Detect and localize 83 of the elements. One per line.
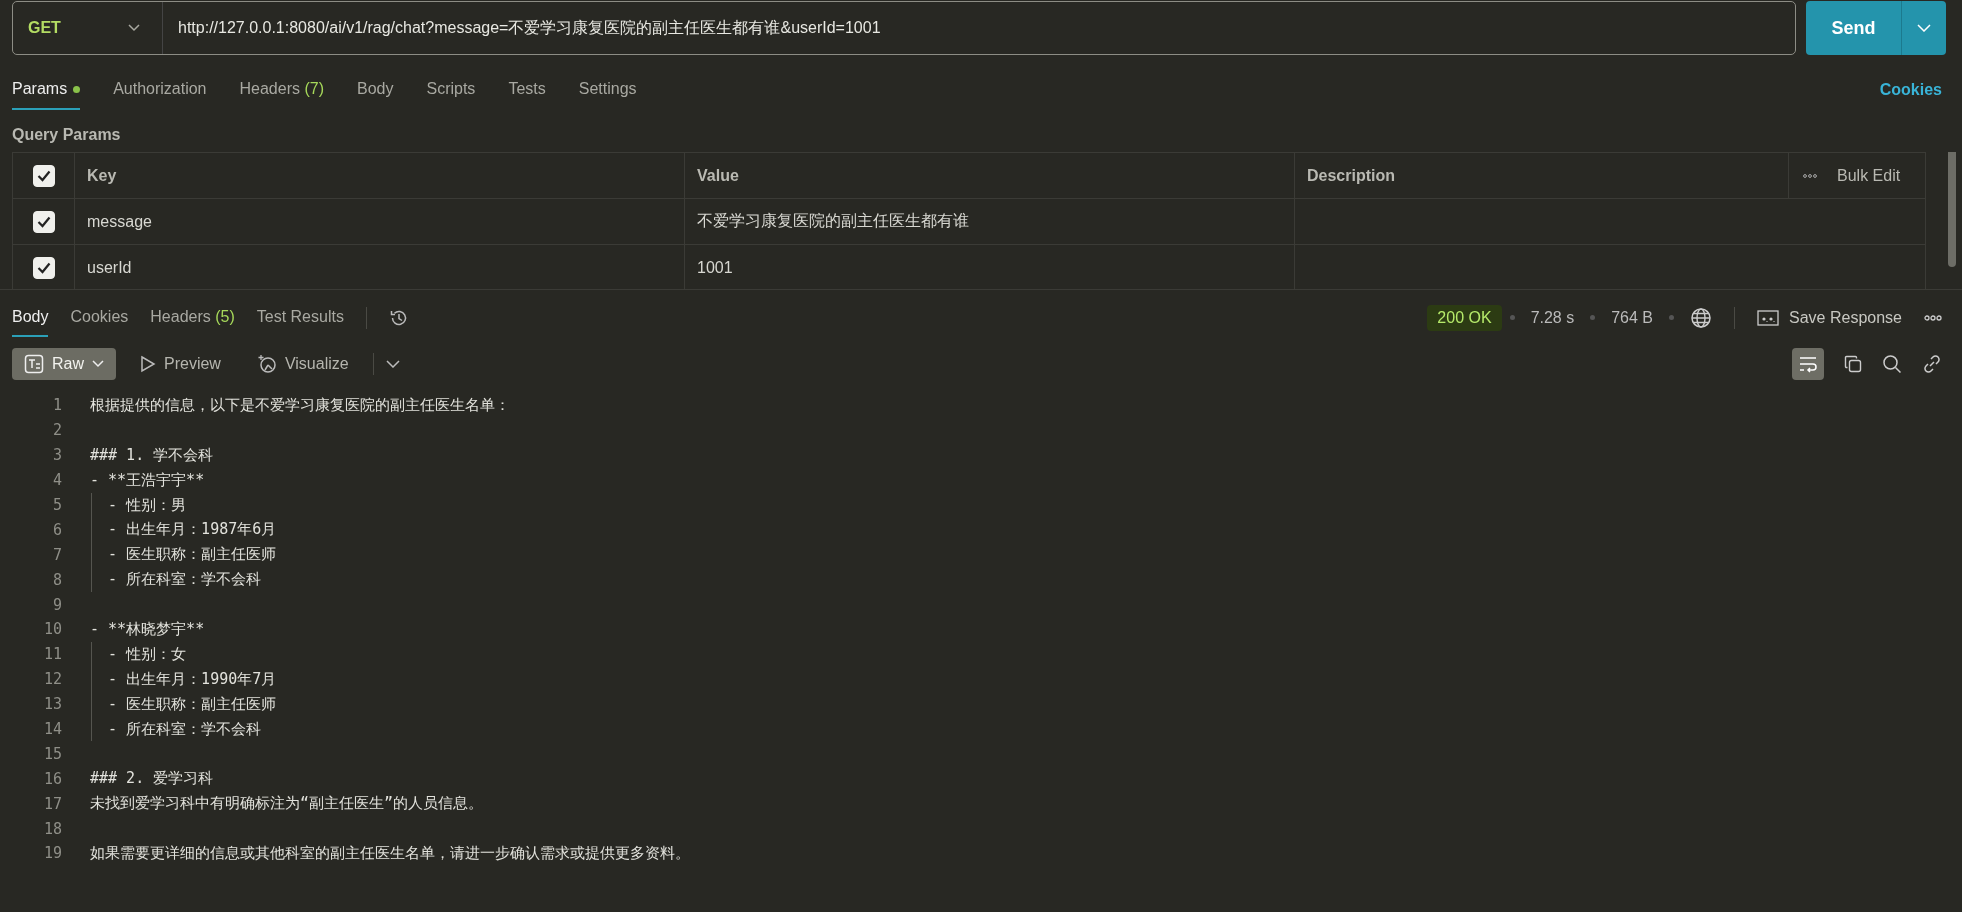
bulk-edit-button[interactable]: Bulk Edit bbox=[1837, 166, 1901, 185]
check-icon bbox=[36, 169, 51, 182]
line-number: 9 bbox=[51, 595, 62, 614]
request-tab[interactable]: Headers (7) bbox=[239, 70, 324, 110]
more-icon[interactable] bbox=[1803, 173, 1817, 178]
send-button[interactable]: Send bbox=[1806, 1, 1901, 55]
request-tab[interactable]: Authorization bbox=[113, 70, 207, 110]
line-number: 19 bbox=[42, 844, 62, 863]
globe-icon[interactable] bbox=[1690, 306, 1713, 329]
chevron-down-icon[interactable] bbox=[385, 360, 400, 368]
checkbox[interactable] bbox=[32, 210, 55, 233]
check-icon bbox=[36, 215, 51, 228]
code-line: - 性别：男 bbox=[107, 495, 187, 515]
code-line: - 所在科室：学不会科 bbox=[107, 719, 262, 739]
line-number: 17 bbox=[42, 794, 62, 813]
line-number: 7 bbox=[51, 545, 62, 564]
text-icon bbox=[24, 354, 44, 374]
wrap-lines-icon bbox=[1798, 355, 1818, 373]
request-tab[interactable]: Scripts bbox=[426, 70, 476, 110]
line-number: 15 bbox=[42, 744, 62, 763]
response-tab[interactable]: Cookies bbox=[70, 298, 129, 337]
code-line: - 医生职称：副主任医师 bbox=[107, 694, 277, 714]
play-icon bbox=[140, 355, 156, 373]
line-number: 16 bbox=[42, 769, 62, 788]
check-icon bbox=[36, 261, 51, 274]
code-line: - 性别：女 bbox=[107, 644, 187, 664]
code-line: - 出生年月：1990年7月 bbox=[107, 669, 277, 689]
line-number: 18 bbox=[42, 819, 62, 838]
line-number: 5 bbox=[51, 496, 62, 514]
table-cell: message bbox=[87, 212, 152, 231]
column-header: Value bbox=[697, 166, 739, 185]
request-tab[interactable]: Params bbox=[12, 70, 81, 110]
code-line: - **王浩宇宇** bbox=[90, 470, 205, 490]
checkbox[interactable] bbox=[32, 256, 55, 279]
response-size: 764 B bbox=[1611, 308, 1654, 327]
line-number: 13 bbox=[42, 695, 62, 714]
table-cell-text: 不爱学习康复医院的副主任医生都有谁 bbox=[697, 211, 969, 231]
code-line: 如果需要更详细的信息或其他科室的副主任医生名单，请进一步确认需求或提供更多资料。 bbox=[90, 843, 690, 863]
chevron-down-icon bbox=[1917, 24, 1931, 32]
more-icon[interactable] bbox=[1924, 314, 1942, 321]
line-number: 14 bbox=[42, 720, 62, 738]
line-number: 8 bbox=[51, 570, 62, 589]
status-badge: 200 OK bbox=[1427, 304, 1502, 331]
line-number: 6 bbox=[51, 520, 62, 539]
code-line: ### 2. 爱学习科 bbox=[90, 769, 214, 789]
line-number: 10 bbox=[42, 620, 62, 639]
line-number: 1 bbox=[51, 396, 62, 415]
checkbox[interactable] bbox=[32, 164, 55, 187]
table-cell: userId bbox=[87, 258, 132, 277]
view-mode-button[interactable]: Visualize bbox=[244, 348, 361, 380]
line-number: 12 bbox=[42, 670, 62, 689]
column-header: Key bbox=[87, 166, 117, 185]
code-line: 根据提供的信息，以下是不爱学习康复医院的副主任医生名单： bbox=[90, 395, 510, 415]
line-number: 2 bbox=[51, 421, 62, 440]
line-number: 3 bbox=[51, 446, 62, 465]
code-line: 未找到爱学习科中有明确标注为“副主任医生”的人员信息。 bbox=[90, 794, 484, 814]
chevron-down-icon bbox=[92, 360, 104, 368]
code-line: ### 1. 学不会科 bbox=[90, 445, 214, 465]
code-line: - 出生年月：1987年6月 bbox=[107, 520, 277, 540]
response-time: 7.28 s bbox=[1530, 308, 1575, 327]
search-icon[interactable] bbox=[1882, 354, 1902, 374]
request-tab[interactable]: Settings bbox=[578, 70, 637, 110]
request-tab[interactable]: Tests bbox=[508, 70, 546, 110]
code-line: - 所在科室：学不会科 bbox=[107, 570, 262, 590]
view-mode-button[interactable]: Preview bbox=[128, 348, 233, 380]
scrollbar[interactable] bbox=[1948, 152, 1956, 267]
response-tab[interactable]: Headers (5) bbox=[150, 298, 235, 337]
save-response-button[interactable]: Save Response bbox=[1757, 308, 1902, 327]
response-tab[interactable]: Test Results bbox=[256, 298, 344, 337]
code-line: - **林晓梦宇** bbox=[90, 619, 205, 639]
cookies-link[interactable]: Cookies bbox=[1879, 81, 1942, 99]
request-tab[interactable]: Body bbox=[357, 70, 394, 110]
column-header: Description bbox=[1307, 166, 1395, 185]
link-icon[interactable] bbox=[1922, 354, 1942, 374]
wrap-lines-button[interactable] bbox=[1792, 348, 1824, 380]
code-line: - 医生职称：副主任医师 bbox=[107, 545, 277, 565]
view-mode-button[interactable]: Raw bbox=[12, 348, 116, 380]
line-number: 4 bbox=[51, 471, 62, 490]
section-title: Query Params bbox=[11, 125, 122, 145]
copy-icon[interactable] bbox=[1844, 355, 1862, 373]
response-tab[interactable]: Body bbox=[12, 298, 49, 337]
line-number: 11 bbox=[42, 645, 62, 664]
table-cell: 1001 bbox=[697, 258, 733, 277]
